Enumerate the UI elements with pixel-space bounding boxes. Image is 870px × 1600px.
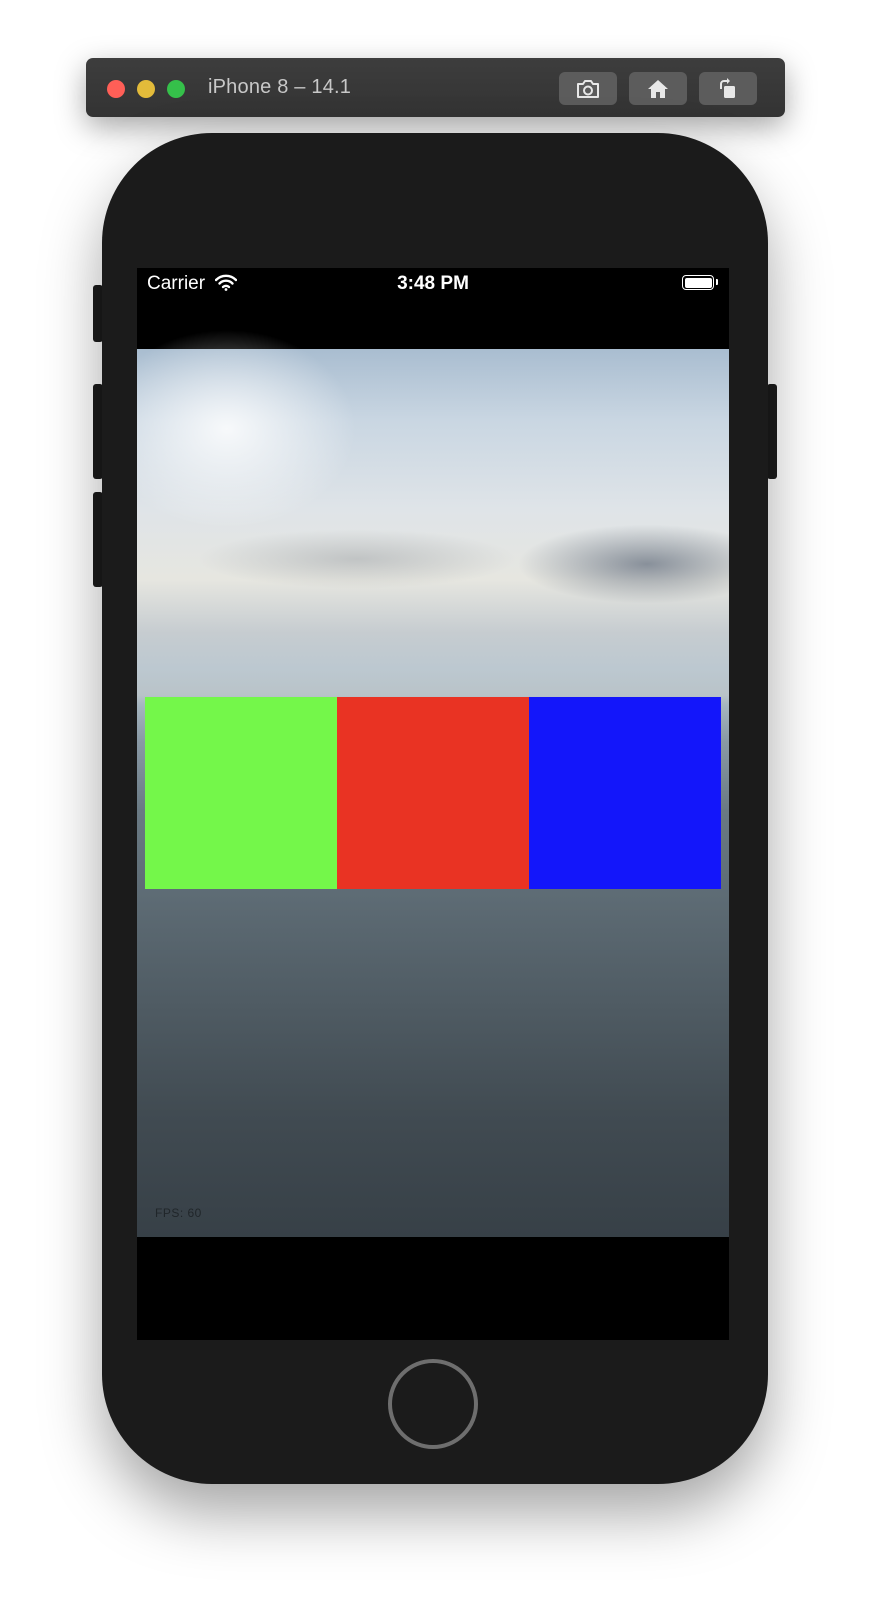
rotate-icon [720,77,735,98]
simulator-title-bar: iPhone 8 – 14.1 [86,58,785,117]
device-home-button[interactable] [388,1359,478,1449]
green-box [145,697,337,889]
camera-icon [577,79,599,98]
close-window-button[interactable] [107,80,125,98]
battery-tip [716,279,718,285]
screenshot-button[interactable] [559,72,617,105]
status-bar: Carrier 3:48 PM [137,268,729,298]
simulator-stage: iPhone 8 – 14.1 Carrier 3:48 PM FPS: 60 [0,0,870,1600]
home-icon [648,79,668,98]
battery-icon [682,275,714,290]
red-box [337,697,529,889]
fps-counter: FPS: 60 [155,1206,202,1220]
blue-box [529,697,721,889]
cloud [197,529,517,589]
battery-level [684,277,712,288]
device-screen[interactable]: Carrier 3:48 PM FPS: 60 [137,268,729,1340]
sun-glow [137,329,357,529]
window-title: iPhone 8 – 14.1 [208,76,352,98]
status-time: 3:48 PM [397,273,469,294]
home-button-toolbar[interactable] [629,72,687,105]
dark-cloud [517,524,729,604]
minimize-window-button[interactable] [137,80,155,98]
zoom-window-button[interactable] [167,80,185,98]
rotate-button[interactable] [699,72,757,105]
skybox-scene[interactable]: FPS: 60 [137,329,729,1237]
power-button[interactable] [767,384,777,479]
